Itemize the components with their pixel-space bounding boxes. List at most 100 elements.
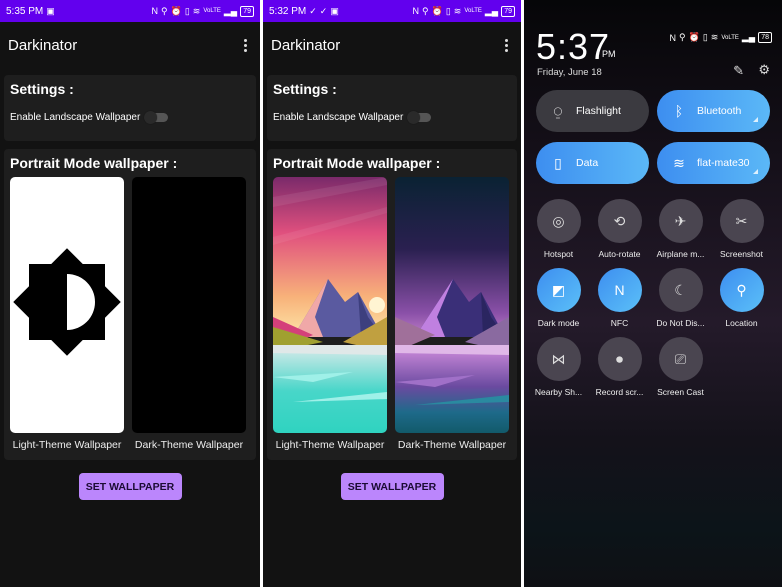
status-time: 5:32 PM	[269, 5, 307, 17]
settings-gear-icon[interactable]: ⚙	[758, 62, 770, 78]
alarm-icon: ⏰	[431, 5, 443, 16]
tile-label: Screenshot	[720, 249, 763, 259]
tile-label: Screen Cast	[657, 387, 704, 397]
hotspot-icon: ◎	[552, 212, 565, 229]
pill-data[interactable]: ▯ Data	[536, 142, 649, 184]
tile-label: Record scr...	[595, 387, 644, 397]
dark-theme-wallpaper-thumbnail[interactable]	[395, 177, 509, 433]
alarm-icon: ⏰	[688, 32, 700, 42]
signal-icon: ▂▄	[223, 5, 238, 16]
status-time: 5:35 PM	[6, 5, 44, 17]
tile-hotspot[interactable]: ◎ Hotspot	[528, 199, 589, 259]
crescent-moon-icon	[161, 255, 209, 351]
gallery-icon: ▣	[330, 5, 339, 16]
tile-label: Nearby Sh...	[534, 387, 583, 397]
tile-do-not-disturb[interactable]: ☾ Do Not Dis...	[650, 268, 711, 328]
overflow-menu-icon[interactable]	[499, 35, 513, 55]
portrait-wallpaper-card: Portrait Mode wallpaper : Light-Theme Wa…	[4, 149, 256, 460]
nfc-icon: N	[412, 5, 420, 16]
app-bar: Darkinator	[0, 22, 260, 68]
bluetooth-icon: ᛒ	[674, 103, 684, 119]
portrait-wallpaper-card: Portrait Mode wallpaper : Light-Theme Wa…	[267, 149, 517, 460]
tile-label: Auto-rotate	[598, 249, 641, 259]
vibrate-icon: ▯	[702, 32, 708, 42]
location-icon: ⚲	[422, 5, 429, 16]
wifi-icon: ≋	[673, 154, 685, 171]
pill-label: flat-mate30	[697, 157, 750, 169]
record-screen-icon: ⏺	[616, 350, 623, 367]
mountain-lake-day-image	[273, 177, 387, 433]
set-wallpaper-button[interactable]: SET WALLPAPER	[340, 473, 444, 500]
quick-settings-panel: 5:37 PM Friday, June 18 N ⚲ ⏰ ▯ ≋ VoLTE …	[524, 0, 782, 587]
tile-label: NFC	[610, 318, 629, 328]
tile-label: Location	[725, 318, 758, 328]
light-theme-wallpaper-thumbnail[interactable]	[10, 177, 124, 433]
pill-wifi[interactable]: ≋ flat-mate30	[657, 142, 770, 184]
rotate-icon: ⟲	[613, 212, 626, 229]
status-bar: 5:35 PM ▣ N ⚲ ⏰ ▯ ≋ VoLTE ▂▄ 79	[0, 0, 260, 22]
pill-flashlight[interactable]: ⍜ Flashlight	[536, 90, 649, 132]
expand-corner-icon	[753, 169, 758, 174]
nfc-icon: N	[151, 5, 159, 16]
airplane-icon: ✈	[674, 212, 687, 229]
landscape-setting-row: Enable Landscape Wallpaper	[10, 111, 250, 124]
nfc-icon: N	[614, 282, 625, 298]
dark-mode-icon: ◩	[551, 281, 566, 298]
battery-indicator: 79	[501, 5, 515, 17]
settings-card: Settings : Enable Landscape Wallpaper	[4, 75, 256, 141]
mountain-lake-night-image	[395, 177, 509, 433]
landscape-wallpaper-toggle[interactable]	[144, 111, 169, 124]
tile-label: Airplane m...	[656, 249, 705, 259]
tile-dark-mode[interactable]: ◩ Dark mode	[528, 268, 589, 328]
overflow-menu-icon[interactable]	[238, 35, 252, 55]
tile-record-screen[interactable]: ⏺ Record scr...	[589, 337, 650, 397]
cast-icon: ⎚	[674, 350, 687, 367]
wifi-icon: ≋	[192, 5, 201, 16]
light-theme-label: Light-Theme Wallpaper	[12, 439, 122, 451]
settings-title: Settings :	[273, 81, 337, 97]
light-theme-label: Light-Theme Wallpaper	[275, 439, 385, 451]
dark-theme-label: Dark-Theme Wallpaper	[134, 439, 244, 451]
pill-bluetooth[interactable]: ᛒ Bluetooth	[657, 90, 770, 132]
download-done-icon: ✓	[309, 5, 317, 16]
vibrate-icon: ▯	[184, 5, 190, 16]
dark-theme-wallpaper-thumbnail[interactable]	[132, 177, 246, 433]
clock-date: Friday, June 18	[537, 67, 602, 78]
tile-screen-cast[interactable]: ⎚ Screen Cast	[650, 337, 711, 397]
tile-label: Hotspot	[543, 249, 574, 259]
expand-corner-icon	[753, 117, 758, 122]
status-bar: 5:32 PM ✓ ✓ ▣ N ⚲ ⏰ ▯ ≋ VoLTE ▂▄ 79	[263, 0, 521, 22]
vibrate-icon: ▯	[445, 5, 451, 16]
status-icons: N ⚲ ⏰ ▯ ≋ VoLTE ▂▄ 78	[669, 32, 772, 43]
edit-pencil-icon[interactable]: ✎	[733, 63, 744, 79]
landscape-label: Enable Landscape Wallpaper	[10, 111, 141, 123]
wifi-icon: ≋	[453, 5, 462, 16]
wifi-icon: ≋	[710, 32, 719, 42]
app-bar: Darkinator	[263, 22, 521, 68]
alarm-icon: ⏰	[170, 5, 182, 16]
tile-label: Do Not Dis...	[656, 318, 705, 328]
location-icon: ⚲	[679, 32, 686, 42]
tile-label: Dark mode	[537, 318, 580, 328]
dark-theme-label: Dark-Theme Wallpaper	[397, 439, 507, 451]
settings-title: Settings :	[10, 81, 74, 97]
nfc-icon: N	[669, 32, 677, 43]
location-icon: ⚲	[736, 281, 747, 298]
tile-auto-rotate[interactable]: ⟲ Auto-rotate	[589, 199, 650, 259]
network-label: VoLTE	[464, 8, 482, 14]
tile-screenshot[interactable]: ✂ Screenshot	[711, 199, 772, 259]
set-wallpaper-button[interactable]: SET WALLPAPER	[78, 473, 182, 500]
tile-nfc[interactable]: N NFC	[589, 268, 650, 328]
landscape-wallpaper-toggle[interactable]	[407, 111, 432, 124]
portrait-title: Portrait Mode wallpaper :	[273, 155, 441, 171]
tile-nearby-share[interactable]: ⋈ Nearby Sh...	[528, 337, 589, 397]
flashlight-icon: ⍜	[553, 102, 563, 119]
location-icon: ⚲	[161, 5, 168, 16]
pill-label: Bluetooth	[697, 105, 742, 117]
light-theme-wallpaper-thumbnail[interactable]	[273, 177, 387, 433]
tile-location[interactable]: ⚲ Location	[711, 268, 772, 328]
tile-airplane-mode[interactable]: ✈ Airplane m...	[650, 199, 711, 259]
settings-card: Settings : Enable Landscape Wallpaper	[267, 75, 517, 141]
battery-indicator: 79	[240, 5, 254, 17]
app-title: Darkinator	[8, 36, 78, 54]
